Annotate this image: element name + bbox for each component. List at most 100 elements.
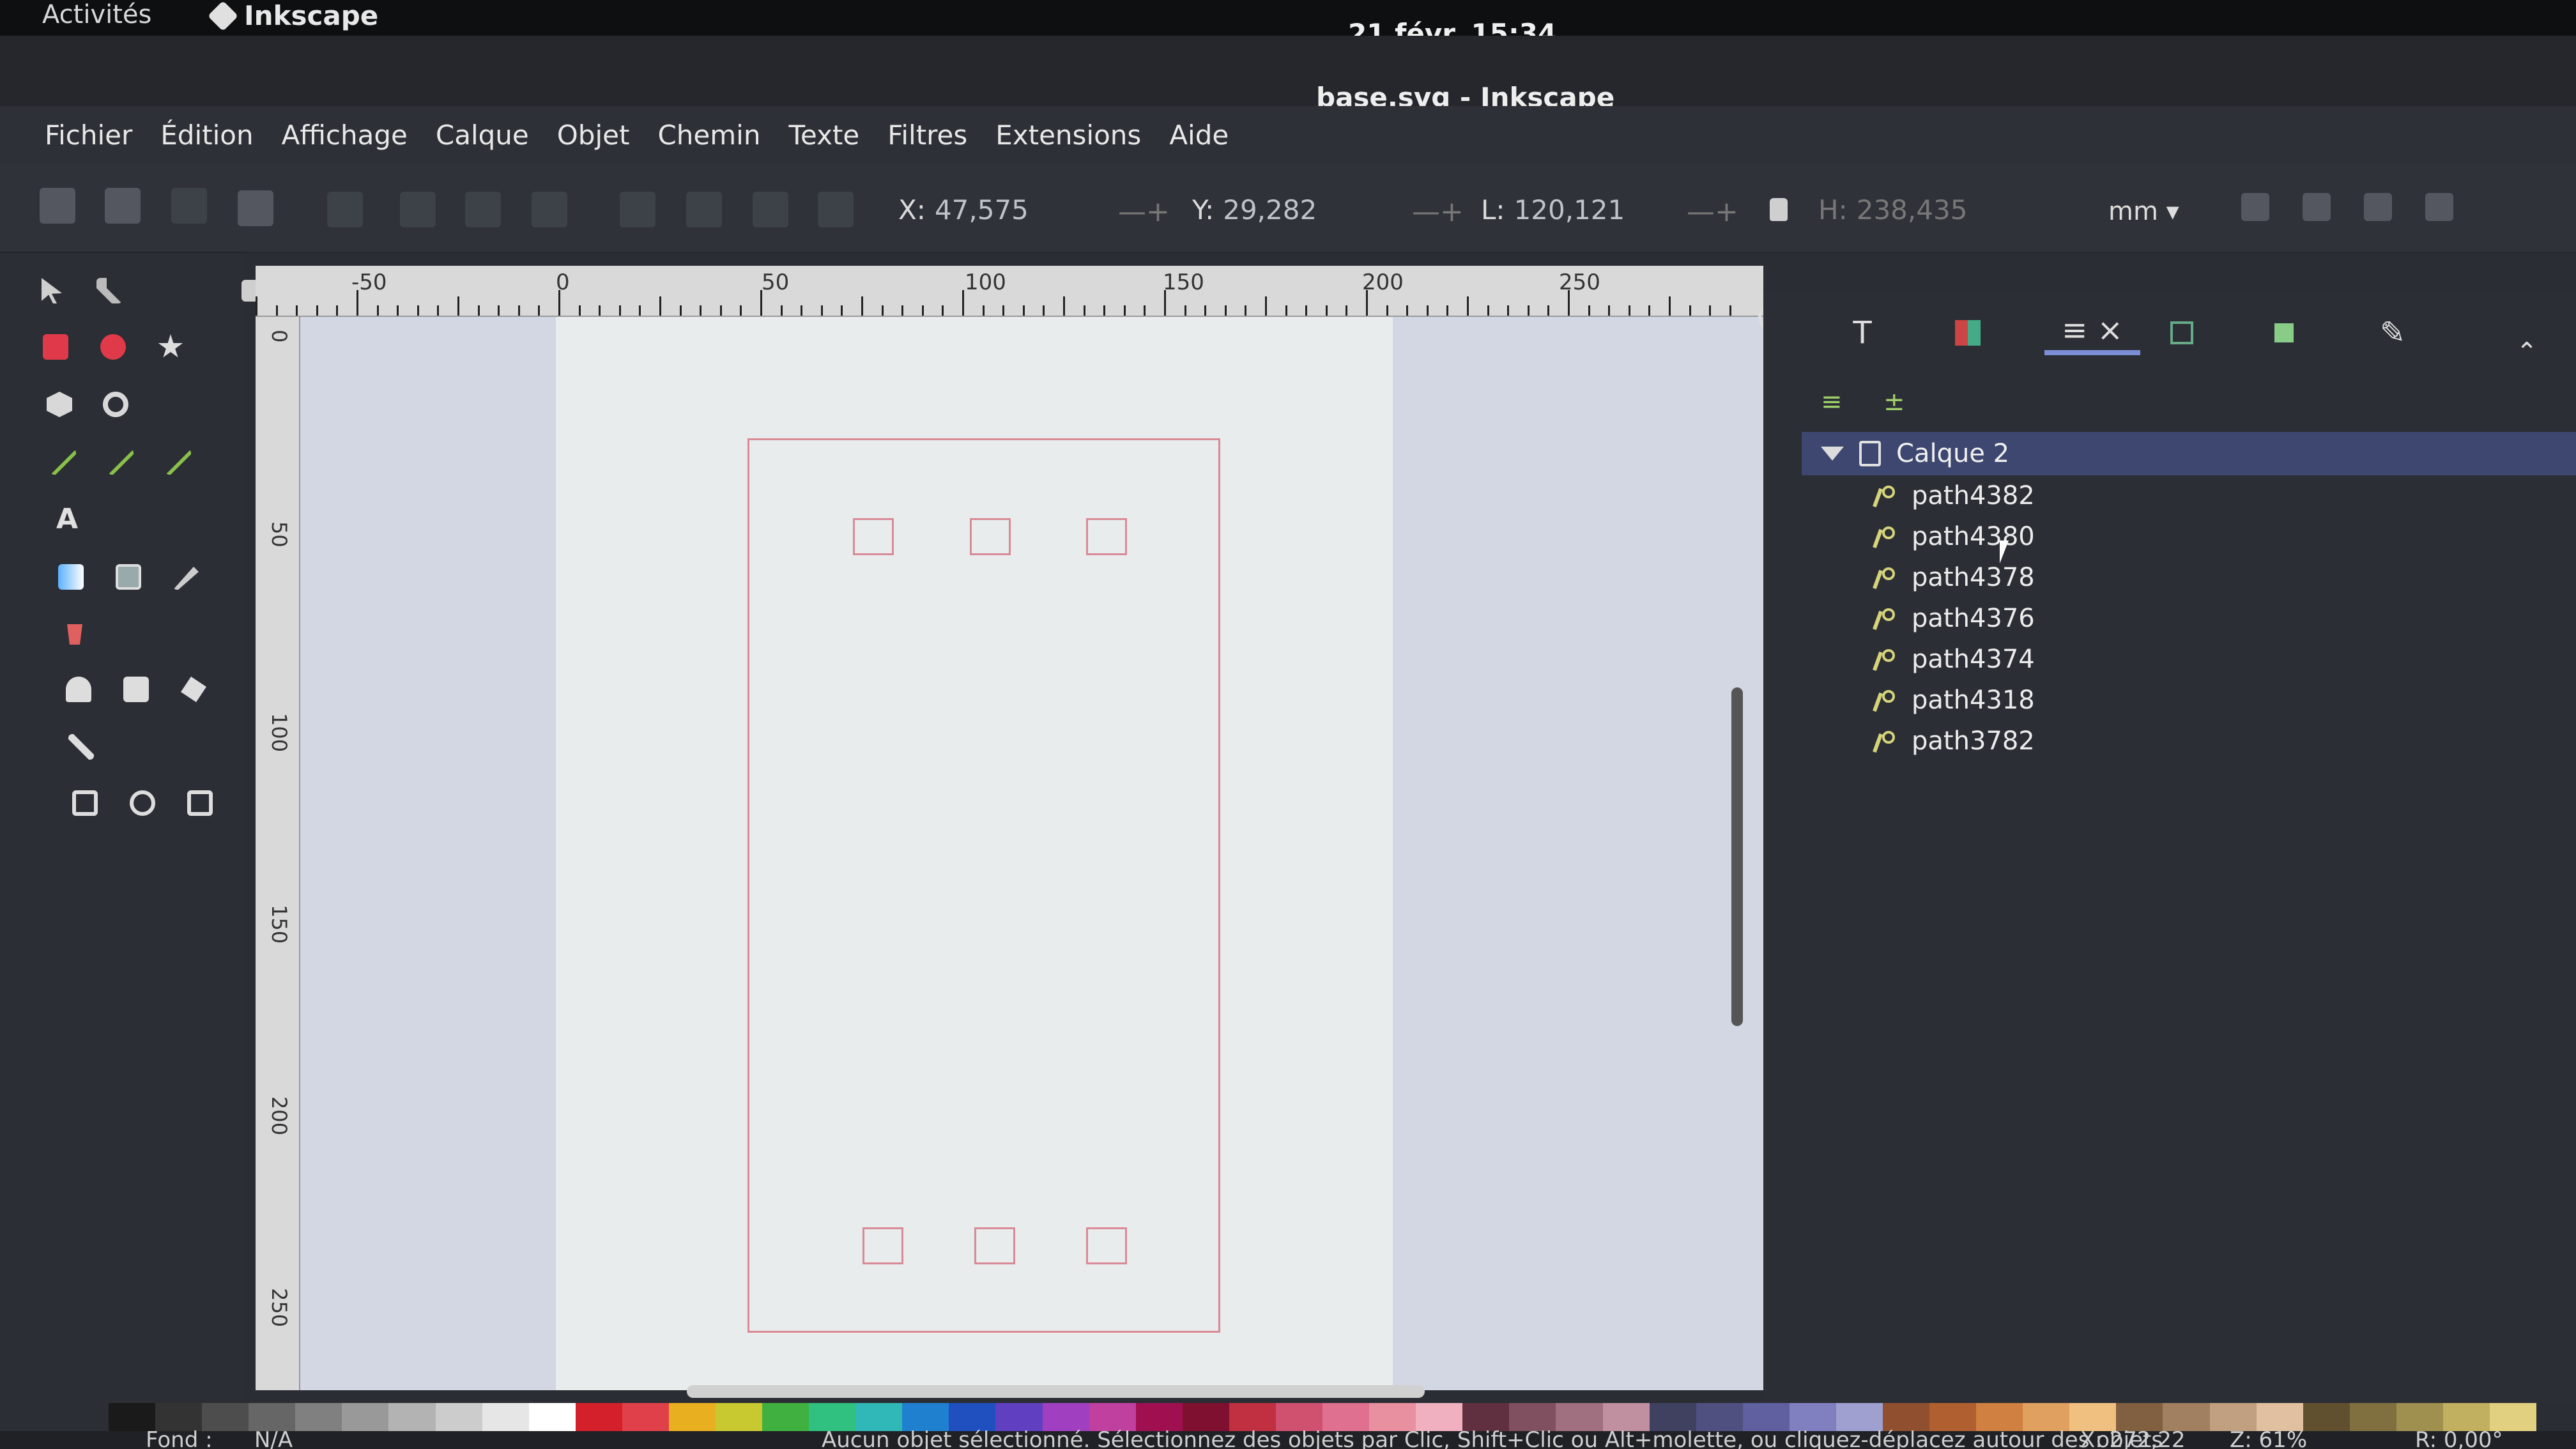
bezier-tool[interactable] [43, 442, 83, 482]
object-row[interactable]: path4380 [1802, 516, 2576, 557]
color-swatch[interactable] [342, 1403, 389, 1431]
x-value[interactable]: 47,575 [935, 194, 1029, 226]
menu-edition[interactable]: Édition [146, 119, 267, 151]
width-value[interactable]: 120,121 [1514, 194, 1625, 226]
lock-ratio-icon[interactable] [1770, 198, 1788, 221]
flip-vertical-icon[interactable] [532, 192, 567, 227]
color-swatch[interactable] [2349, 1403, 2396, 1431]
node-tool[interactable] [89, 271, 129, 310]
mesh-tool[interactable] [109, 557, 148, 597]
transform-gradients-icon[interactable] [2364, 193, 2392, 221]
page-tool[interactable] [65, 783, 105, 823]
rotate-cw-icon[interactable] [400, 192, 436, 227]
color-swatch[interactable] [295, 1403, 342, 1431]
object-row[interactable]: path4382 [1802, 475, 2576, 516]
width-field[interactable]: L: 120,121 [1481, 194, 1625, 226]
ellipse-tool[interactable] [93, 327, 133, 367]
export-icon[interactable] [2159, 310, 2204, 355]
calligraphy-tool[interactable] [158, 442, 198, 482]
menu-filtres[interactable]: Filtres [873, 119, 981, 151]
spray-tool[interactable] [116, 670, 156, 709]
connector-tool[interactable] [61, 727, 101, 767]
flip-horizontal-icon[interactable] [465, 192, 501, 227]
small-square[interactable] [974, 1227, 1015, 1264]
text-tool[interactable]: A [47, 500, 87, 539]
color-swatch[interactable] [668, 1403, 716, 1431]
rotate-ccw-icon[interactable] [327, 192, 363, 227]
color-swatch[interactable] [762, 1403, 809, 1431]
small-square[interactable] [853, 518, 894, 555]
color-swatch[interactable] [435, 1403, 482, 1431]
dropper-tool[interactable] [166, 557, 206, 597]
menu-texte[interactable]: Texte [774, 119, 873, 151]
selector-tool[interactable] [32, 271, 72, 310]
add-layer-icon[interactable]: ± [1883, 387, 1914, 418]
unit-select[interactable]: mm ▾ [2108, 197, 2179, 226]
color-swatch[interactable] [622, 1403, 669, 1431]
rectangle-tool[interactable] [36, 327, 75, 367]
small-square[interactable] [1086, 518, 1127, 555]
height-field[interactable]: H: 238,435 [1818, 194, 1967, 226]
menu-objet[interactable]: Objet [543, 119, 644, 151]
layer-row[interactable]: Calque 2 [1802, 432, 2576, 475]
drawing-canvas[interactable] [300, 317, 1763, 1390]
zoom-tool[interactable] [123, 783, 162, 823]
raise-top-icon[interactable] [620, 192, 656, 227]
color-swatch[interactable] [528, 1403, 576, 1431]
measure-tool[interactable] [180, 783, 220, 823]
scale-corners-icon[interactable] [2303, 193, 2331, 221]
color-swatch[interactable] [575, 1403, 622, 1431]
object-row[interactable]: path4378 [1802, 557, 2576, 598]
tweak-tool[interactable] [59, 670, 98, 709]
eraser-tool[interactable] [174, 670, 213, 709]
select-all-layers-icon[interactable] [105, 188, 141, 224]
object-row[interactable]: path4374 [1802, 639, 2576, 680]
horizontal-ruler[interactable]: -50 0 50 100 150 200 250 [256, 266, 1763, 317]
star-tool[interactable] [151, 327, 190, 367]
menu-fichier[interactable]: Fichier [31, 119, 146, 151]
y-stepper-icon[interactable]: —+ [1412, 195, 1464, 228]
menu-chemin[interactable]: Chemin [643, 119, 774, 151]
layers-icon[interactable]: ≡ × [2044, 310, 2140, 355]
edit-icon[interactable]: ✎ [2370, 310, 2415, 355]
transform-icon[interactable] [238, 190, 273, 226]
width-stepper-icon[interactable]: —+ [1687, 195, 1738, 228]
select-all-icon[interactable] [40, 188, 75, 224]
color-swatch[interactable] [2303, 1403, 2350, 1431]
app-menu[interactable]: Inkscape [207, 0, 378, 31]
scale-stroke-icon[interactable] [2241, 193, 2269, 221]
swatches-icon[interactable] [1945, 310, 1990, 355]
paint-bucket-tool[interactable] [55, 612, 95, 652]
menu-calque[interactable]: Calque [422, 119, 543, 151]
lower-icon[interactable] [753, 192, 788, 227]
menu-affichage[interactable]: Affichage [268, 119, 422, 151]
raise-icon[interactable] [686, 192, 722, 227]
objects-icon[interactable] [2262, 310, 2306, 355]
y-value[interactable]: 29,282 [1223, 194, 1317, 226]
color-swatch[interactable] [388, 1403, 436, 1431]
small-square[interactable] [1086, 1227, 1127, 1264]
layer-menu-icon[interactable]: ≡ [1821, 387, 1851, 418]
x-field[interactable]: X: 47,575 [898, 194, 1029, 226]
3d-box-tool[interactable] [40, 385, 79, 424]
horizontal-scrollbar[interactable] [687, 1385, 1425, 1398]
text-icon[interactable]: T [1840, 310, 1885, 355]
height-value[interactable]: 238,435 [1857, 194, 1968, 226]
chevron-up-icon[interactable]: ⌃ [2504, 330, 2549, 374]
rotation-value[interactable]: R: 0,00° [2415, 1427, 2503, 1449]
menu-aide[interactable]: Aide [1155, 119, 1243, 151]
color-swatch[interactable] [482, 1403, 529, 1431]
vertical-scrollbar[interactable] [1731, 687, 1743, 1026]
small-square[interactable] [970, 518, 1011, 555]
lower-bottom-icon[interactable] [818, 192, 854, 227]
small-square[interactable] [862, 1227, 903, 1264]
y-field[interactable]: Y: 29,282 [1192, 194, 1317, 226]
activities-button[interactable]: Activités [42, 0, 151, 29]
gradient-tool[interactable] [51, 557, 91, 597]
zoom-value[interactable]: Z: 61% [2230, 1427, 2307, 1449]
object-row[interactable]: path4376 [1802, 598, 2576, 639]
pencil-tool[interactable] [101, 442, 141, 482]
object-row[interactable]: path3782 [1802, 721, 2576, 762]
transform-patterns-icon[interactable] [2425, 193, 2453, 221]
x-stepper-icon[interactable]: —+ [1118, 195, 1170, 228]
